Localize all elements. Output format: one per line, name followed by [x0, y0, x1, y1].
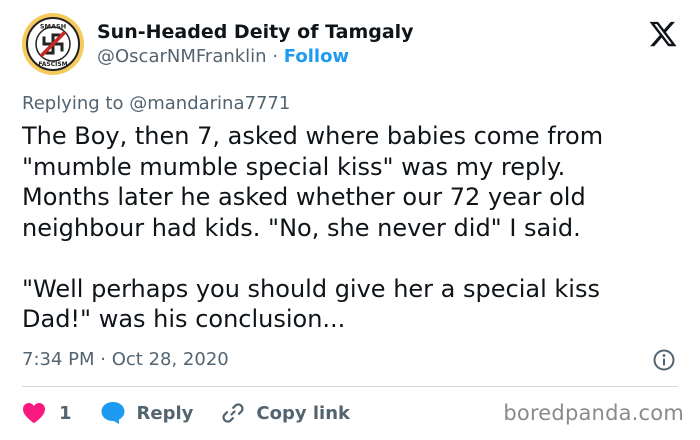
- x-logo-icon[interactable]: [648, 19, 678, 49]
- tweet-timestamp[interactable]: 7:34 PM · Oct 28, 2020: [22, 348, 229, 372]
- follow-button[interactable]: Follow: [284, 46, 349, 67]
- copy-link-label: Copy link: [256, 402, 350, 424]
- anti-fascist-logo-icon: SMASH FASCISM: [26, 17, 80, 71]
- avatar[interactable]: SMASH FASCISM: [22, 13, 84, 75]
- tweet-line: "mumble mumble special kiss" was my repl…: [22, 152, 566, 181]
- reply-label: Reply: [136, 402, 194, 424]
- user-info: Sun-Headed Deity of Tamgaly @OscarNMFran…: [97, 20, 414, 69]
- user-handle[interactable]: @OscarNMFranklin: [97, 46, 267, 67]
- tweet-line: Months later he asked whether our 72 yea…: [22, 183, 586, 211]
- replying-prefix: Replying to: [22, 93, 124, 114]
- watermark: boredpanda.com: [503, 401, 684, 425]
- handle-row: @OscarNMFranklin · Follow: [97, 45, 414, 69]
- link-icon: [222, 403, 244, 423]
- handle-separator: ·: [272, 45, 279, 67]
- tweet-card: SMASH FASCISM Sun-Headed Deity of Tamgal…: [0, 0, 700, 440]
- heart-icon: [23, 403, 45, 424]
- tweet-line: neighbour had kids. "No, she never did" …: [22, 213, 581, 242]
- tweet-date: Oct 28, 2020: [111, 349, 229, 370]
- replying-mention[interactable]: @mandarina7771: [129, 93, 290, 114]
- divider: [22, 386, 678, 387]
- tweet-line: The Boy, then 7, asked where babies come…: [22, 122, 604, 150]
- display-name[interactable]: Sun-Headed Deity of Tamgaly: [97, 20, 414, 45]
- tweet-line: Dad!" was his conclusion...: [22, 305, 346, 333]
- action-bar: 1 Reply Copy link: [22, 400, 350, 426]
- like-count: 1: [59, 402, 72, 424]
- like-button[interactable]: 1: [22, 402, 72, 424]
- svg-text:SMASH: SMASH: [40, 23, 66, 31]
- copy-link-button[interactable]: Copy link: [221, 401, 350, 425]
- replying-to: Replying to @mandarina7771: [22, 92, 290, 116]
- tweet-header: SMASH FASCISM Sun-Headed Deity of Tamgal…: [22, 13, 414, 75]
- reply-button[interactable]: Reply: [100, 401, 194, 425]
- svg-text:FASCISM: FASCISM: [38, 61, 67, 68]
- tweet-text: The Boy, then 7, asked where babies come…: [22, 121, 682, 335]
- tweet-line: "Well perhaps you should give her a spec…: [22, 274, 600, 303]
- timestamp-separator: ·: [100, 349, 106, 370]
- info-icon[interactable]: [652, 348, 676, 372]
- tweet-time: 7:34 PM: [22, 349, 95, 370]
- reply-bubble-icon: [101, 402, 125, 424]
